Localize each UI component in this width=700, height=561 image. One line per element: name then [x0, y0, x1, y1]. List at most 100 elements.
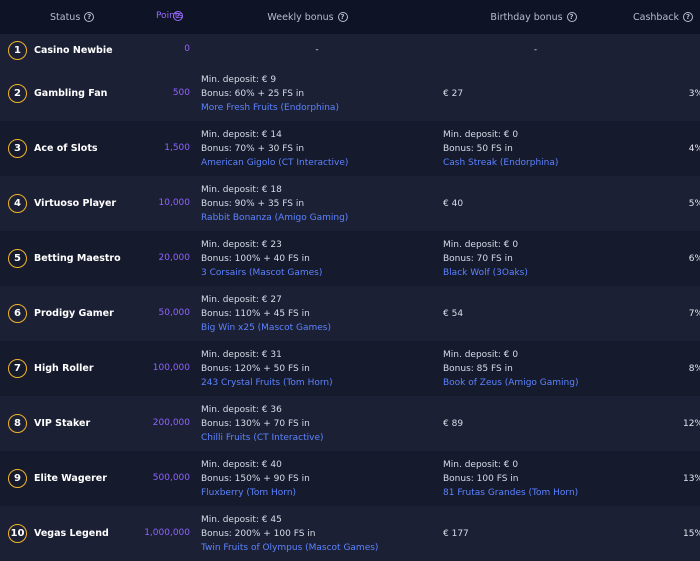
status-cell: 10 Vegas Legend — [0, 524, 160, 543]
cashback-value: 6% — [688, 253, 700, 264]
header-cashback-label: Cashback — [632, 11, 679, 23]
cashback-cell: 4% — [628, 144, 700, 154]
status-cell: 3 Ace of Slots — [0, 139, 160, 158]
birthday-game-link[interactable]: Black Wolf (3Oaks) — [443, 266, 628, 280]
weekly-game-link[interactable]: Rabbit Bonanza (Amigo Gaming) — [201, 211, 433, 225]
birthday-bonus-amount: € 27 — [443, 88, 464, 99]
weekly-min-deposit: Min. deposit: € 9 — [201, 74, 277, 85]
birthday-bonus-cell: € 54 — [433, 307, 628, 321]
weekly-bonus-amount: Bonus: 130% + 70 FS in — [201, 418, 310, 429]
weekly-bonus-amount: Bonus: 90% + 35 FS in — [201, 198, 305, 209]
birthday-min-deposit: Min. deposit: € 0 — [443, 459, 519, 470]
weekly-game-link[interactable]: 3 Corsairs (Mascot Games) — [201, 266, 433, 280]
weekly-game-link[interactable]: Chilli Fruits (CT Interactive) — [201, 431, 433, 445]
birthday-game-link[interactable]: 81 Frutas Grandes (Tom Horn) — [443, 486, 628, 500]
level-badge: 4 — [8, 194, 27, 213]
weekly-bonus-amount: Bonus: 120% + 50 FS in — [201, 363, 310, 374]
help-icon[interactable]: ? — [84, 12, 95, 22]
birthday-bonus-amount: Bonus: 50 FS in — [443, 143, 513, 154]
table-row: 9 Elite Wagerer 500,000 Min. deposit: € 40 B… — [0, 451, 700, 506]
weekly-min-deposit: Min. deposit: € 27 — [201, 294, 282, 305]
weekly-bonus-cell: Min. deposit: € 36 Bonus: 130% + 70 FS in… — [190, 403, 433, 445]
level-badge: 2 — [8, 84, 27, 103]
weekly-game-link[interactable]: Big Win x25 (Mascot Games) — [201, 321, 433, 335]
status-name: Virtuoso Player — [34, 198, 117, 209]
birthday-min-deposit: Min. deposit: € 0 — [443, 129, 519, 140]
birthday-bonus-cell: € 27 — [433, 87, 628, 101]
points-value: 20,000 — [158, 252, 191, 263]
table-body: 1Casino Newbie0---2Gambling Fan500Min. d… — [0, 34, 700, 561]
weekly-bonus-cell: Min. deposit: € 18 Bonus: 90% + 35 FS in R… — [190, 183, 433, 225]
birthday-bonus-amount: € 40 — [443, 198, 464, 209]
weekly-bonus-cell: Min. deposit: € 23 Bonus: 100% + 40 FS in… — [190, 238, 433, 280]
cashback-cell: 6% — [628, 254, 700, 264]
points-value: 500,000 — [152, 472, 190, 483]
weekly-min-deposit: Min. deposit: € 18 — [201, 184, 282, 195]
points-value: 500 — [172, 87, 190, 98]
cashback-cell: 15% — [628, 529, 700, 539]
table-row: 5 Betting Maestro 20,000 Min. deposit: € 23… — [0, 231, 700, 286]
cashback-cell: 5% — [628, 199, 700, 209]
birthday-game-link[interactable]: Book of Zeus (Amigo Gaming) — [443, 376, 628, 390]
cashback-value: 4% — [688, 143, 700, 154]
weekly-bonus-amount: Bonus: 100% + 40 FS in — [201, 253, 310, 264]
table-row: 3 Ace of Slots 1,500 Min. deposit: € 14 Bonu… — [0, 121, 700, 176]
cashback-value: 5% — [688, 198, 700, 209]
birthday-bonus-cell: € 89 — [433, 417, 628, 431]
weekly-game-link[interactable]: 243 Crystal Fruits (Tom Horn) — [201, 376, 433, 390]
weekly-bonus-amount: Bonus: 150% + 90 FS in — [201, 473, 310, 484]
birthday-bonus-amount: € 177 — [443, 528, 469, 539]
help-icon[interactable]: ? — [566, 12, 577, 22]
weekly-game-link[interactable]: American Gigolo (CT Interactive) — [201, 156, 433, 170]
status-cell: 5 Betting Maestro — [0, 249, 160, 268]
status-cell: 1 Casino Newbie — [0, 40, 160, 60]
cashback-cell: - — [628, 45, 700, 55]
weekly-bonus-amount: Bonus: 110% + 45 FS in — [201, 308, 310, 319]
help-icon[interactable]: ? — [173, 11, 183, 21]
weekly-min-deposit: Min. deposit: € 40 — [201, 459, 282, 470]
birthday-game-link[interactable]: Cash Streak (Endorphina) — [443, 156, 628, 170]
weekly-min-deposit: Min. deposit: € 45 — [201, 514, 282, 525]
header-weekly-label: Weekly bonus — [267, 11, 334, 23]
level-badge: 10 — [8, 524, 27, 543]
header-weekly: Weekly bonus ? — [183, 12, 426, 23]
weekly-game-link[interactable]: Twin Fruits of Olympus (Mascot Games) — [201, 541, 433, 555]
level-badge: 1 — [8, 40, 27, 60]
status-name: High Roller — [34, 363, 94, 374]
status-cell: 2 Gambling Fan — [0, 84, 160, 103]
weekly-bonus-cell: - — [190, 43, 433, 57]
points-value: 1,500 — [164, 142, 190, 153]
loyalty-table: Status ? Points ? Weekly bonus ? Birthda… — [0, 0, 700, 561]
weekly-bonus-cell: Min. deposit: € 40 Bonus: 150% + 90 FS in… — [190, 458, 433, 500]
status-name: Gambling Fan — [34, 88, 108, 99]
weekly-game-link[interactable]: Fluxberry (Tom Horn) — [201, 486, 433, 500]
weekly-min-deposit: Min. deposit: € 31 — [201, 349, 282, 360]
cashback-value: 12% — [682, 418, 700, 429]
weekly-min-deposit: Min. deposit: € 14 — [201, 129, 282, 140]
table-row: 7 High Roller 100,000 Min. deposit: € 31 Bon… — [0, 341, 700, 396]
help-icon[interactable]: ? — [683, 12, 693, 22]
header-birthday: Birthday bonus ? — [426, 12, 621, 23]
cashback-cell: 12% — [628, 419, 700, 429]
points-value: 200,000 — [152, 417, 190, 428]
points-value: 10,000 — [158, 197, 191, 208]
points-value: 1,000,000 — [144, 527, 190, 538]
status-cell: 9 Elite Wagerer — [0, 469, 160, 488]
table-header: Status ? Points ? Weekly bonus ? Birthda… — [0, 0, 700, 34]
birthday-bonus-cell: - — [433, 43, 628, 57]
birthday-bonus-amount: Bonus: 85 FS in — [443, 363, 513, 374]
weekly-game-link[interactable]: More Fresh Fruits (Endorphina) — [201, 101, 433, 115]
status-cell: 4 Virtuoso Player — [0, 194, 160, 213]
level-badge: 3 — [8, 139, 27, 158]
cashback-cell: 13% — [628, 474, 700, 484]
birthday-bonus-amount: € 54 — [443, 308, 464, 319]
cashback-cell: 7% — [628, 309, 700, 319]
help-icon[interactable]: ? — [337, 12, 348, 22]
status-name: Elite Wagerer — [34, 473, 107, 484]
level-badge: 8 — [8, 414, 27, 433]
status-name: Prodigy Gamer — [34, 308, 114, 319]
header-cashback: Cashback ? — [621, 12, 693, 23]
status-name: Betting Maestro — [34, 253, 121, 264]
cashback-value: 15% — [682, 528, 700, 539]
level-badge: 7 — [8, 359, 27, 378]
